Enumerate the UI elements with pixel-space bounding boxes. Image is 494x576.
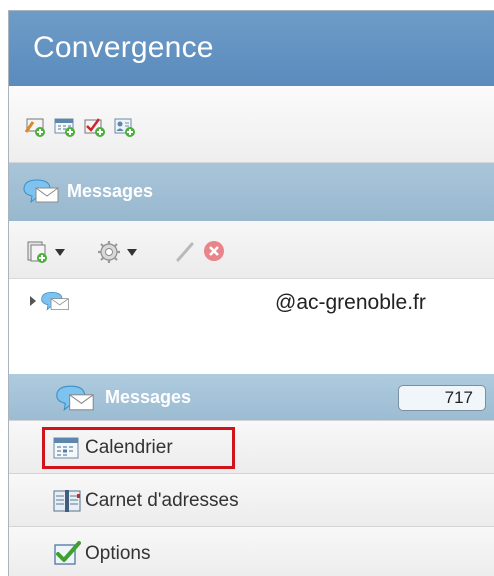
mail-section-header[interactable]: Messages	[9, 163, 494, 221]
new-event-icon[interactable]	[53, 116, 77, 138]
messages-icon	[23, 179, 59, 204]
app-title: Convergence	[33, 31, 214, 64]
expand-arrow-icon[interactable]	[29, 296, 37, 306]
nav-item-label: Options	[85, 543, 151, 564]
messages-icon	[56, 385, 94, 412]
options-checkbox-icon	[54, 541, 81, 565]
quick-create-toolbar	[9, 86, 494, 163]
address-book-icon	[53, 490, 81, 512]
chevron-down-icon	[55, 249, 65, 256]
nav-item-carnet-adresses[interactable]: Carnet d'adresses	[9, 473, 494, 526]
mail-section-title: Messages	[67, 181, 154, 201]
unread-count-badge: 717	[398, 385, 486, 411]
convergence-app: Convergence Messages @ac-grenoble.fr Mes…	[8, 10, 494, 576]
nav-item-label: Messages	[105, 387, 192, 407]
nav-item-options[interactable]: Options	[9, 526, 494, 576]
chevron-down-icon	[127, 249, 137, 256]
highlight-box	[42, 427, 235, 469]
account-name[interactable]: @ac-grenoble.fr	[275, 291, 426, 315]
tree-account-row[interactable]	[29, 287, 239, 315]
rename-pencil-icon[interactable]	[175, 241, 195, 263]
nav-item-messages[interactable]: Messages 717	[9, 374, 494, 420]
delete-icon[interactable]	[202, 239, 226, 263]
new-contact-icon[interactable]	[113, 116, 137, 138]
nav-item-label: Carnet d'adresses	[85, 490, 239, 511]
nav-item-calendrier[interactable]: Calendrier	[9, 420, 494, 473]
settings-gear-icon	[98, 241, 120, 263]
folder-tree: @ac-grenoble.fr	[9, 279, 494, 374]
new-message-icon[interactable]	[23, 116, 47, 138]
new-task-icon[interactable]	[83, 116, 107, 138]
folder-toolbar	[9, 221, 494, 279]
folder-settings-menu[interactable]	[97, 240, 153, 264]
new-folder-icon	[27, 241, 47, 263]
new-folder-menu[interactable]	[25, 240, 81, 264]
messages-icon	[41, 291, 69, 311]
title-bar: Convergence	[9, 11, 494, 86]
